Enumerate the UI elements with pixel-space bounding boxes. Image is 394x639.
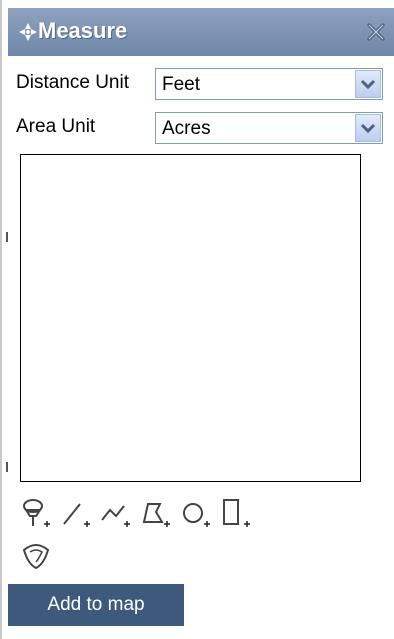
- chevron-down-icon[interactable]: [355, 114, 381, 142]
- distance-unit-label: Distance Unit: [16, 72, 129, 93]
- distance-unit-value: Feet: [162, 74, 201, 95]
- area-unit-label: Area Unit: [16, 116, 96, 137]
- title-bar[interactable]: Measure: [8, 8, 394, 56]
- distance-unit-select[interactable]: Feet: [155, 68, 383, 100]
- freehand-polygon-icon[interactable]: [18, 538, 54, 574]
- left-edge-border: [0, 0, 2, 639]
- area-unit-select[interactable]: Acres: [155, 112, 383, 144]
- line-add-icon[interactable]: [58, 496, 94, 532]
- chevron-down-icon[interactable]: [355, 70, 381, 98]
- rectangle-add-icon[interactable]: [218, 496, 254, 532]
- close-icon[interactable]: [364, 20, 388, 44]
- compass-arrows-icon: [19, 23, 37, 41]
- measurement-results-box: [20, 154, 361, 482]
- area-unit-value: Acres: [162, 118, 211, 139]
- point-pushpin-add-icon[interactable]: [18, 496, 54, 532]
- circle-add-icon[interactable]: [178, 496, 214, 532]
- measure-panel: Measure Distance Unit Feet Area Unit Acr…: [8, 8, 394, 639]
- polygon-add-icon[interactable]: [138, 496, 174, 532]
- polyline-add-icon[interactable]: [98, 496, 134, 532]
- add-to-map-button[interactable]: Add to map: [8, 584, 184, 626]
- panel-title: Measure: [38, 18, 128, 43]
